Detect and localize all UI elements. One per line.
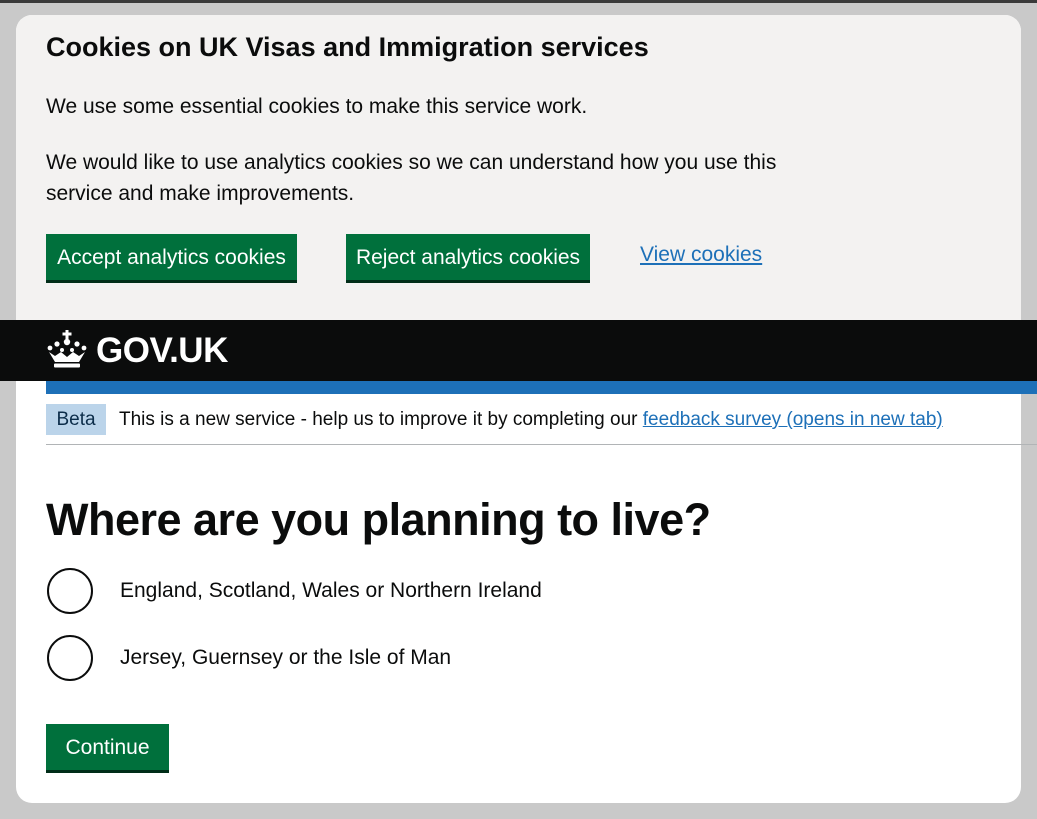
radio-label-jersey-guernsey-isle-of-man[interactable]: Jersey, Guernsey or the Isle of Man bbox=[120, 643, 451, 673]
govuk-logo-text[interactable]: GOV.UK bbox=[96, 330, 228, 372]
phase-banner-message: This is a new service - help us to impro… bbox=[119, 409, 643, 430]
phase-banner-divider bbox=[46, 444, 1037, 445]
top-border bbox=[0, 0, 1037, 3]
phase-banner-text: This is a new service - help us to impro… bbox=[119, 407, 943, 433]
header-blue-bar bbox=[46, 381, 1037, 394]
accept-analytics-cookies-button[interactable]: Accept analytics cookies bbox=[46, 234, 297, 280]
continue-button[interactable]: Continue bbox=[46, 724, 169, 770]
view-cookies-link[interactable]: View cookies bbox=[640, 243, 762, 267]
feedback-survey-link[interactable]: feedback survey (opens in new tab) bbox=[643, 409, 943, 430]
crown-icon[interactable] bbox=[46, 329, 88, 369]
radio-label-england-scotland-wales-ni[interactable]: England, Scotland, Wales or Northern Ire… bbox=[120, 576, 542, 606]
page-question-heading: Where are you planning to live? bbox=[46, 494, 711, 545]
radio-england-scotland-wales-ni[interactable] bbox=[47, 568, 93, 614]
reject-analytics-cookies-button[interactable]: Reject analytics cookies bbox=[346, 234, 590, 280]
radio-jersey-guernsey-isle-of-man[interactable] bbox=[47, 635, 93, 681]
cookie-banner: Cookies on UK Visas and Immigration serv… bbox=[16, 15, 1021, 320]
cookie-banner-analytics-text: We would like to use analytics cookies s… bbox=[46, 151, 777, 205]
beta-tag: Beta bbox=[46, 404, 106, 435]
cookie-banner-essential-text: We use some essential cookies to make th… bbox=[46, 95, 588, 118]
cookie-banner-title: Cookies on UK Visas and Immigration serv… bbox=[46, 32, 649, 62]
